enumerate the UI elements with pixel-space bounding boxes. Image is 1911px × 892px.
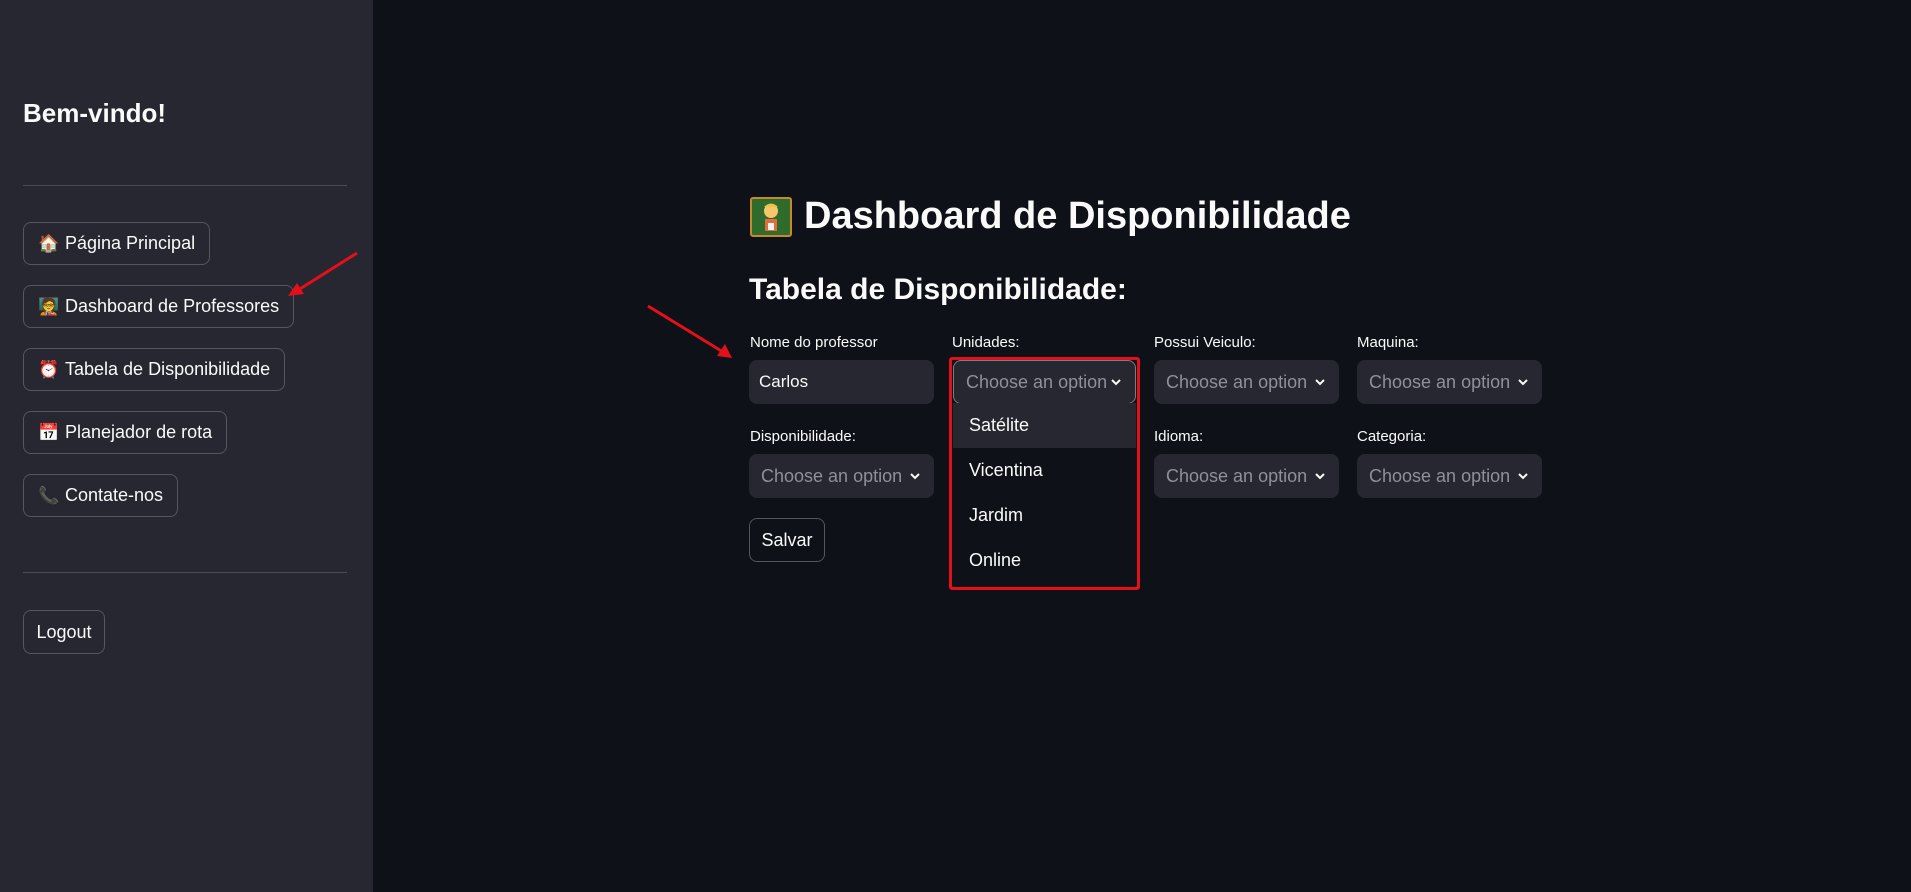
idioma-label: Idioma: xyxy=(1154,428,1204,445)
idioma-placeholder: Choose an option xyxy=(1166,465,1308,486)
maquina-select[interactable]: Choose an option xyxy=(1357,360,1542,404)
possui-veiculo-placeholder: Choose an option xyxy=(1166,371,1308,392)
teacher-icon xyxy=(750,196,792,238)
welcome-heading: Bem-vindo! xyxy=(23,98,166,128)
idioma-select[interactable]: Choose an option xyxy=(1154,454,1339,498)
nome-professor-input[interactable]: Carlos xyxy=(749,360,934,404)
save-button[interactable]: Salvar xyxy=(749,518,825,562)
chevron-down-icon xyxy=(910,473,920,480)
nav-tabela-disponibilidade-button[interactable]: ⏰ Tabela de Disponibilidade xyxy=(23,348,286,391)
alarm-clock-icon: ⏰ xyxy=(38,359,60,379)
unidades-option[interactable]: Satélite xyxy=(953,403,1136,448)
sidebar: Bem-vindo! 🏠 Página Principal 🧑‍🏫 Dashbo… xyxy=(0,0,373,892)
sidebar-divider xyxy=(23,185,347,186)
unidades-dropdown-menu: Satélite Vicentina Jardim Online xyxy=(953,403,1136,583)
unidades-option[interactable]: Vicentina xyxy=(953,448,1136,493)
maquina-label: Maquina: xyxy=(1357,334,1419,351)
unidades-label: Unidades: xyxy=(952,334,1020,351)
chevron-down-icon xyxy=(1315,473,1325,480)
chevron-down-icon xyxy=(1518,473,1528,480)
disponibilidade-select[interactable]: Choose an option xyxy=(749,454,934,498)
maquina-placeholder: Choose an option xyxy=(1369,371,1511,392)
disponibilidade-placeholder: Choose an option xyxy=(761,465,903,486)
unidades-placeholder: Choose an option xyxy=(966,371,1108,392)
nav-label: Dashboard de Professores xyxy=(65,296,280,316)
chevron-down-icon xyxy=(1315,379,1325,386)
possui-veiculo-select[interactable]: Choose an option xyxy=(1154,360,1339,404)
possui-veiculo-label: Possui Veiculo: xyxy=(1154,334,1256,351)
calendar-icon: 📅 xyxy=(38,422,60,442)
categoria-label: Categoria: xyxy=(1357,428,1427,445)
sidebar-divider xyxy=(23,572,347,573)
categoria-select[interactable]: Choose an option xyxy=(1357,454,1542,498)
logout-button[interactable]: Logout xyxy=(23,610,105,654)
nav-label: Planejador de rota xyxy=(65,422,213,442)
nome-professor-label: Nome do professor xyxy=(750,334,878,351)
nav-label: Página Principal xyxy=(65,233,196,253)
annotation-arrow-main xyxy=(647,304,732,358)
nav-label: Tabela de Disponibilidade xyxy=(65,359,271,379)
section-title: Tabela de Disponibilidade: xyxy=(749,273,1127,306)
page-title: Dashboard de Disponibilidade xyxy=(750,195,1351,238)
page-title-text: Dashboard de Disponibilidade xyxy=(804,195,1351,237)
categoria-placeholder: Choose an option xyxy=(1369,465,1511,486)
unidades-select[interactable]: Choose an option xyxy=(953,360,1136,404)
nav-planejador-rota-button[interactable]: 📅 Planejador de rota xyxy=(23,411,228,454)
house-icon: 🏠 xyxy=(38,233,60,253)
unidades-option[interactable]: Jardim xyxy=(953,493,1136,538)
nav-contate-nos-button[interactable]: 📞 Contate-nos xyxy=(23,474,179,517)
unidades-option[interactable]: Online xyxy=(953,538,1136,583)
teacher-icon: 🧑‍🏫 xyxy=(38,296,60,316)
nav-label: Contate-nos xyxy=(65,485,164,505)
phone-icon: 📞 xyxy=(38,485,60,505)
chevron-down-icon xyxy=(1111,379,1121,386)
disponibilidade-label: Disponibilidade: xyxy=(750,428,856,445)
nav-pagina-principal-button[interactable]: 🏠 Página Principal xyxy=(23,222,211,265)
chevron-down-icon xyxy=(1518,379,1528,386)
nav-dashboard-professores-button[interactable]: 🧑‍🏫 Dashboard de Professores xyxy=(23,285,295,328)
